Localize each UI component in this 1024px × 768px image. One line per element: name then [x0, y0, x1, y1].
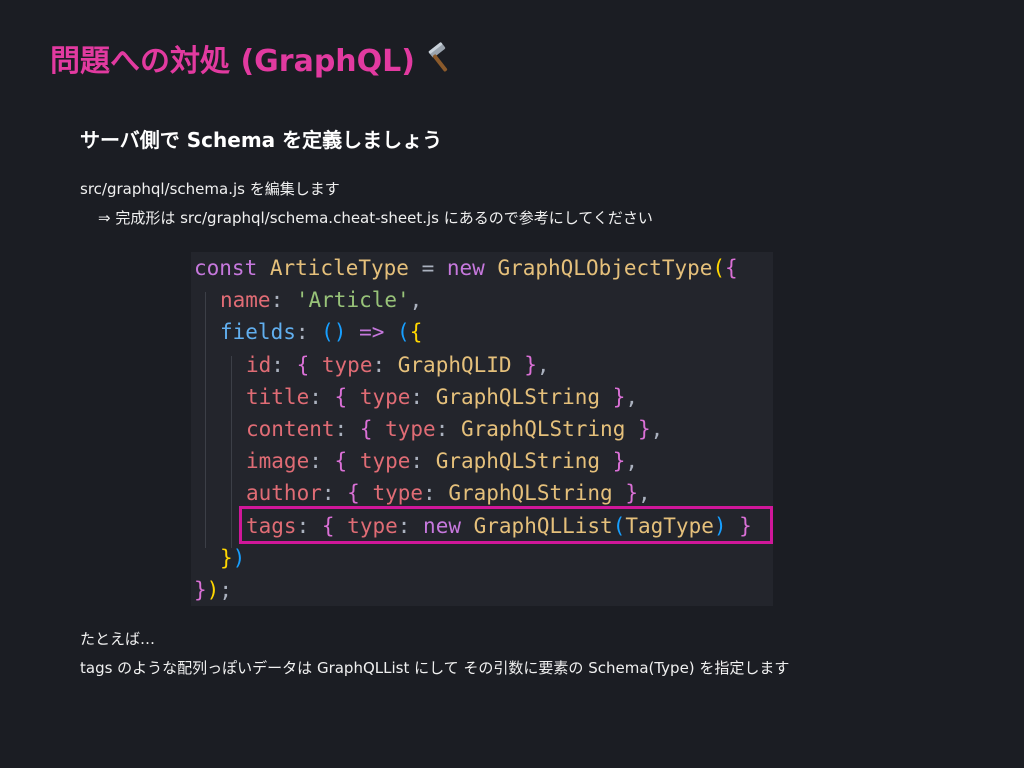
section-heading: サーバ側で Schema を定義しましょう	[80, 128, 443, 152]
example-text: tags のような配列っぽいデータは GraphQLList にして その引数に…	[80, 659, 790, 677]
code-screenshot: const ArticleType = new GraphQLObjectTyp…	[191, 252, 773, 606]
example-intro: たとえば…	[80, 630, 156, 648]
code-line-5: title: { type: GraphQLString },	[246, 385, 639, 409]
slide-title-text: 問題への対処 (GraphQL)	[50, 44, 415, 79]
hint-text: ⇒ 完成形は src/graphql/schema.cheat-sheet.js…	[98, 209, 653, 227]
code-line-11: });	[194, 578, 232, 602]
code-line-2: name: 'Article',	[220, 288, 423, 312]
code-line-3: fields: () => ({	[220, 320, 423, 344]
code-line-4: id: { type: GraphQLID },	[246, 353, 550, 377]
hammer-icon	[425, 41, 459, 75]
code-line-1: const ArticleType = new GraphQLObjectTyp…	[194, 256, 738, 280]
instruction-text: src/graphql/schema.js を編集します	[80, 180, 340, 198]
code-line-6: content: { type: GraphQLString },	[246, 417, 664, 441]
code-line-10: })	[220, 546, 246, 570]
slide-title: 問題への対処 (GraphQL)	[50, 36, 459, 80]
code-line-8: author: { type: GraphQLString },	[246, 481, 651, 505]
code-line-7: image: { type: GraphQLString },	[246, 449, 639, 473]
highlight-box	[239, 506, 773, 544]
